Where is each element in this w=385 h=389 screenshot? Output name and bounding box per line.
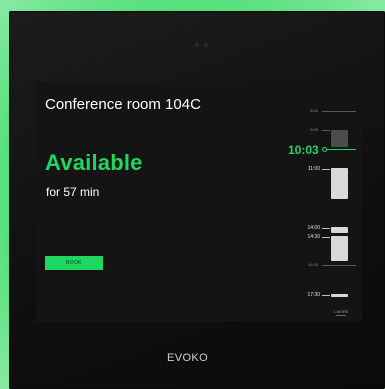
timeline-label-1600: 16:00 xyxy=(307,262,318,267)
book-button[interactable]: BOOK xyxy=(45,256,103,270)
brand-logo: EVOKO xyxy=(167,352,209,364)
booking-block[interactable] xyxy=(331,236,348,261)
timeline-tick xyxy=(322,111,356,112)
more-bookings-label[interactable]: 1 MORE xyxy=(326,309,356,314)
timeline-tick xyxy=(322,237,330,238)
availability-duration: for 57 min xyxy=(46,185,100,199)
booking-block[interactable] xyxy=(331,294,348,297)
timeline-label-1430: 14:30 xyxy=(307,234,320,240)
timeline-tick xyxy=(322,265,356,266)
more-bookings-divider xyxy=(336,315,346,316)
booking-block-past[interactable] xyxy=(331,130,348,147)
camera-sensor-icon xyxy=(195,43,199,47)
timeline-tick xyxy=(322,169,330,170)
timeline-label-1400: 14:00 xyxy=(307,225,320,231)
display-screen xyxy=(36,82,362,322)
booking-block[interactable] xyxy=(331,168,348,199)
timeline-label-1730: 17:30 xyxy=(307,292,320,298)
availability-status: Available xyxy=(45,150,143,175)
current-time-line xyxy=(326,149,356,150)
room-name: Conference room 104C xyxy=(45,96,201,113)
current-time: 10:03 xyxy=(288,143,319,157)
timeline-tick xyxy=(322,130,330,131)
timeline-label-0800: 8:00 xyxy=(310,108,318,113)
booking-block[interactable] xyxy=(331,227,348,233)
timeline-tick xyxy=(322,228,330,229)
light-sensor-icon xyxy=(204,43,208,47)
timeline-label-1100: 11:00 xyxy=(307,166,320,172)
timeline-tick xyxy=(322,295,330,296)
timeline-label-0900: 9:00 xyxy=(310,127,318,132)
